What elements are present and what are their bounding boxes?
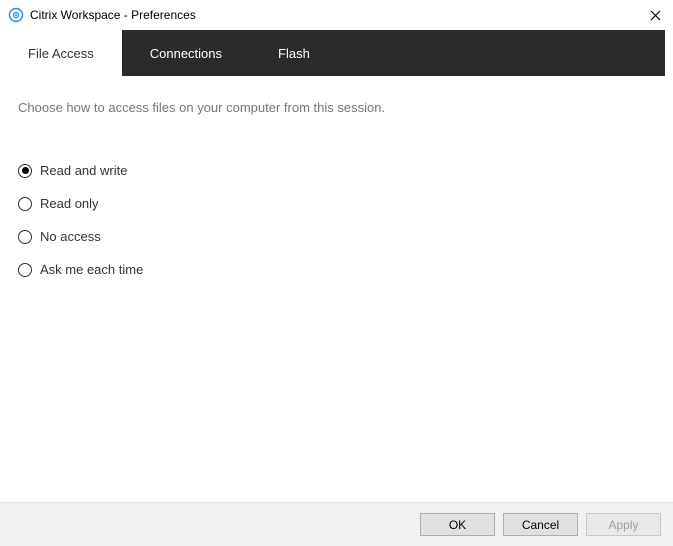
radio-indicator-icon xyxy=(18,164,32,178)
footer-button-bar: OK Cancel Apply xyxy=(0,502,673,546)
description-text: Choose how to access files on your compu… xyxy=(18,100,655,115)
tab-flash[interactable]: Flash xyxy=(250,30,338,76)
radio-label: Read only xyxy=(40,196,99,211)
tab-label: File Access xyxy=(28,46,94,61)
radio-label: Ask me each time xyxy=(40,262,143,277)
close-button[interactable] xyxy=(645,5,665,25)
button-label: Cancel xyxy=(522,518,559,532)
tab-label: Flash xyxy=(278,46,310,61)
radio-read-write[interactable]: Read and write xyxy=(18,163,655,178)
button-label: Apply xyxy=(608,518,638,532)
tab-connections[interactable]: Connections xyxy=(122,30,250,76)
radio-ask-each-time[interactable]: Ask me each time xyxy=(18,262,655,277)
cancel-button[interactable]: Cancel xyxy=(503,513,578,536)
radio-indicator-icon xyxy=(18,263,32,277)
ok-button[interactable]: OK xyxy=(420,513,495,536)
apply-button: Apply xyxy=(586,513,661,536)
window-title: Citrix Workspace - Preferences xyxy=(30,8,645,22)
radio-no-access[interactable]: No access xyxy=(18,229,655,244)
file-access-radio-group: Read and write Read only No access Ask m… xyxy=(18,163,655,277)
tab-file-access[interactable]: File Access xyxy=(0,30,122,76)
titlebar: Citrix Workspace - Preferences xyxy=(0,0,673,30)
content-area: Choose how to access files on your compu… xyxy=(0,76,673,502)
tab-label: Connections xyxy=(150,46,222,61)
radio-indicator-icon xyxy=(18,197,32,211)
radio-indicator-icon xyxy=(18,230,32,244)
radio-read-only[interactable]: Read only xyxy=(18,196,655,211)
radio-label: Read and write xyxy=(40,163,127,178)
app-icon xyxy=(8,7,24,23)
button-label: OK xyxy=(449,518,466,532)
tab-bar: File Access Connections Flash xyxy=(0,30,665,76)
radio-label: No access xyxy=(40,229,101,244)
